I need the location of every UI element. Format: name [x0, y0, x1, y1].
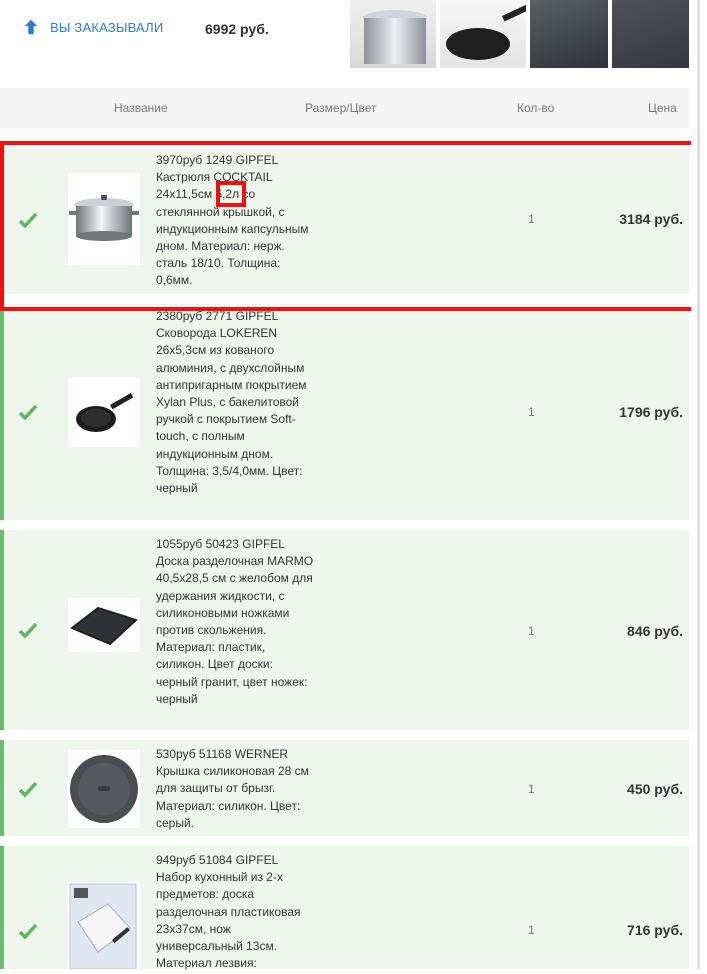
check-icon	[18, 781, 38, 798]
table-row[interactable]: 1055руб 50423 GIPFEL Доска разделочная M…	[0, 530, 689, 730]
check-icon	[18, 923, 38, 940]
product-image[interactable]	[68, 377, 140, 447]
table-row[interactable]: 530руб 51168 WERNER Крышка силиконовая 2…	[0, 740, 689, 836]
table-row[interactable]: 3970руб 1249 GIPFEL Кастрюля COCKTAIL 24…	[0, 148, 689, 294]
board-thumbnail	[530, 0, 608, 68]
table-row[interactable]: 949руб 51084 GIPFEL Набор кухонный из 2-…	[0, 846, 689, 971]
product-qty: 1	[528, 782, 535, 796]
ordered-toggle[interactable]: ВЫ ЗАКАЗЫВАЛИ	[22, 18, 163, 36]
pan-thumbnail	[440, 0, 529, 68]
col-price: Цена	[648, 101, 677, 115]
check-icon	[18, 404, 38, 421]
product-name: 2380руб 2771 GIPFEL Сковорода LOKEREN 26…	[156, 309, 307, 496]
pot-thumbnail	[350, 0, 436, 68]
order-summary-bar: ВЫ ЗАКАЗЫВАЛИ 6992 руб.	[0, 0, 689, 88]
col-qty: Кол-во	[517, 101, 555, 115]
scrollbar-thumb[interactable]	[697, 0, 700, 969]
table-header: Название Размер/Цвет Кол-во Цена	[0, 88, 689, 128]
product-name: 3970руб 1249 GIPFEL Кастрюля COCKTAIL 24…	[156, 153, 309, 288]
product-image[interactable]	[68, 882, 140, 970]
col-size: Размер/Цвет	[305, 101, 377, 115]
order-thumbnails	[350, 0, 689, 68]
product-name: 1055руб 50423 GIPFEL Доска разделочная M…	[156, 537, 314, 706]
check-icon	[18, 622, 38, 639]
scrollbar[interactable]	[691, 0, 707, 969]
product-name: 949руб 51084 GIPFEL Набор кухонный из 2-…	[156, 853, 301, 971]
col-name: Название	[114, 101, 168, 115]
ordered-label: ВЫ ЗАКАЗЫВАЛИ	[50, 19, 164, 35]
product-qty: 1	[528, 624, 535, 638]
product-qty: 1	[528, 212, 535, 226]
product-image[interactable]	[68, 598, 140, 652]
check-icon	[18, 212, 38, 229]
product-price: 1796 руб.	[619, 404, 683, 420]
table-row[interactable]: 2380руб 2771 GIPFEL Сковорода LOKEREN 26…	[0, 304, 689, 520]
arrow-up-icon	[24, 19, 38, 35]
product-qty: 1	[528, 923, 535, 937]
product-image[interactable]	[68, 173, 140, 265]
product-price: 450 руб.	[627, 781, 683, 797]
product-image[interactable]	[68, 750, 140, 828]
order-total: 6992 руб.	[205, 21, 269, 37]
product-name: 530руб 51168 WERNER Крышка силиконовая 2…	[156, 747, 309, 830]
product-qty: 1	[528, 405, 535, 419]
product-price: 3184 руб.	[619, 211, 683, 227]
product-price: 846 руб.	[627, 623, 683, 639]
lid-thumbnail	[611, 0, 689, 68]
product-price: 716 руб.	[627, 922, 683, 938]
